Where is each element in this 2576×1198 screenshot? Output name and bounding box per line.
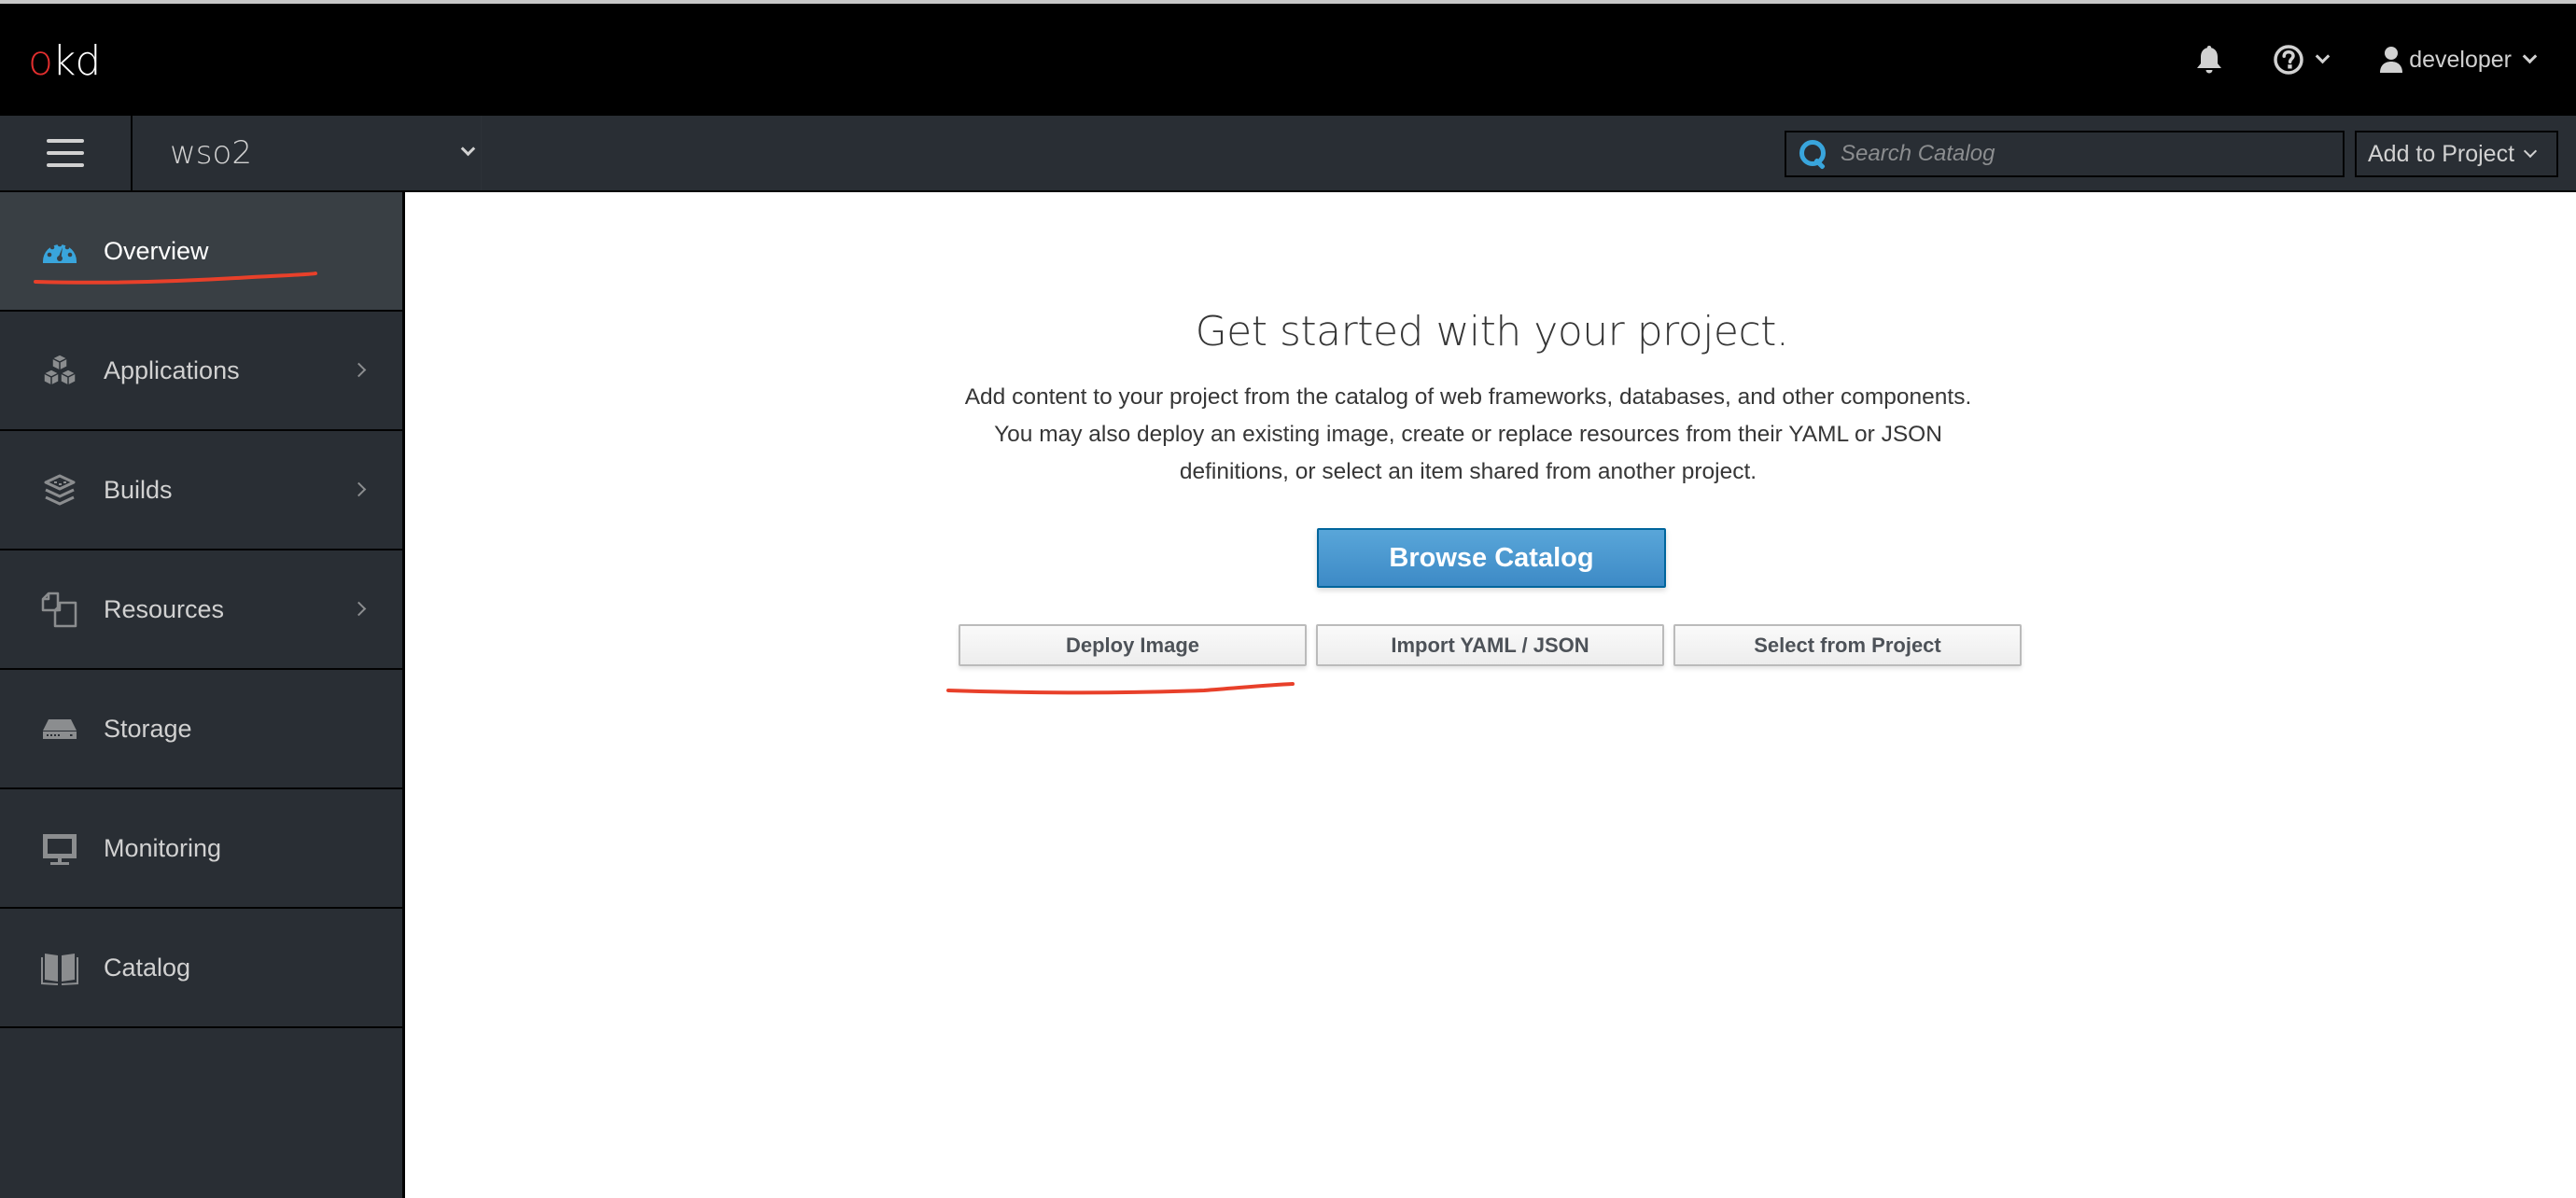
sidebar-item-builds[interactable]: Builds (0, 431, 402, 550)
secondary-actions: Deploy Image Import YAML / JSON Select f… (959, 624, 2022, 666)
sidebar-item-catalog[interactable]: Catalog (0, 909, 402, 1028)
masthead-utilities: developer (2194, 4, 2576, 116)
storage-icon (43, 719, 77, 739)
sidebar-item-label: Catalog (104, 953, 191, 982)
files-icon (41, 592, 77, 628)
sidebar-item-applications[interactable]: Applications (0, 312, 402, 431)
user-icon (2380, 47, 2403, 73)
deploy-image-button[interactable]: Deploy Image (959, 624, 1307, 666)
sidebar-item-label: Resources (104, 594, 225, 623)
hamburger-icon-bar (47, 163, 84, 167)
add-to-project-button[interactable]: Add to Project (2355, 131, 2558, 177)
sidebar-item-overview[interactable]: Overview (0, 192, 402, 312)
notifications-button[interactable] (2194, 44, 2224, 76)
chevron-right-icon (351, 481, 367, 497)
sidebar-item-storage[interactable]: Storage (0, 670, 402, 789)
book-icon (41, 954, 78, 985)
chevron-right-icon (351, 601, 367, 617)
search-input[interactable] (1841, 132, 2343, 175)
okd-logo[interactable]: okd (28, 37, 101, 85)
sidebar-item-label: Overview (104, 236, 209, 265)
search-catalog[interactable] (1785, 131, 2345, 177)
sidebar-item-label: Storage (104, 714, 192, 743)
hamburger-icon-bar (47, 139, 84, 143)
chevron-right-icon (351, 362, 367, 378)
monitor-icon (43, 834, 77, 865)
add-to-project-label: Add to Project (2368, 140, 2515, 167)
get-started-description: Add content to your project from the cat… (964, 384, 1972, 484)
sidebar-item-label: Builds (104, 475, 173, 504)
project-selector[interactable]: wso2 (134, 116, 482, 190)
cubes-icon (43, 354, 77, 386)
logo-o: o (28, 37, 53, 85)
chevron-down-icon (2522, 49, 2538, 63)
question-circle-icon (2274, 45, 2303, 75)
chevron-down-icon (2315, 49, 2331, 63)
page-title: Get started with your project. (1195, 308, 1789, 355)
browse-catalog-button[interactable]: Browse Catalog (1317, 528, 1666, 588)
sidebar-item-resources[interactable]: Resources (0, 550, 402, 670)
masthead: okd developer (0, 4, 2576, 116)
sidebar-item-label: Monitoring (104, 833, 222, 862)
sidebar-item-monitoring[interactable]: Monitoring (0, 789, 402, 909)
dashboard-icon (43, 242, 77, 263)
user-menu[interactable]: developer (2379, 46, 2538, 74)
nav-toggle-button[interactable] (0, 116, 133, 190)
chevron-down-icon (460, 141, 476, 157)
bell-icon (2197, 46, 2222, 74)
username: developer (2409, 46, 2512, 73)
sidebar-item-label: Applications (104, 355, 240, 384)
import-yaml-json-button[interactable]: Import YAML / JSON (1316, 624, 1664, 666)
help-menu[interactable] (2273, 44, 2331, 76)
select-from-project-button[interactable]: Select from Project (1673, 624, 2022, 666)
sidebar-nav: Overview Applications Builds Resources S… (0, 192, 405, 1198)
chevron-down-icon (2523, 144, 2538, 159)
build-layers-icon (44, 474, 76, 506)
logo-text: kd (51, 37, 101, 85)
search-icon (1798, 138, 1827, 170)
hamburger-icon-bar (47, 151, 84, 155)
main-content: Get started with your project. Add conte… (408, 192, 2576, 1198)
project-bar: wso2 Add to Project (0, 116, 2576, 192)
project-name: wso2 (170, 134, 252, 172)
